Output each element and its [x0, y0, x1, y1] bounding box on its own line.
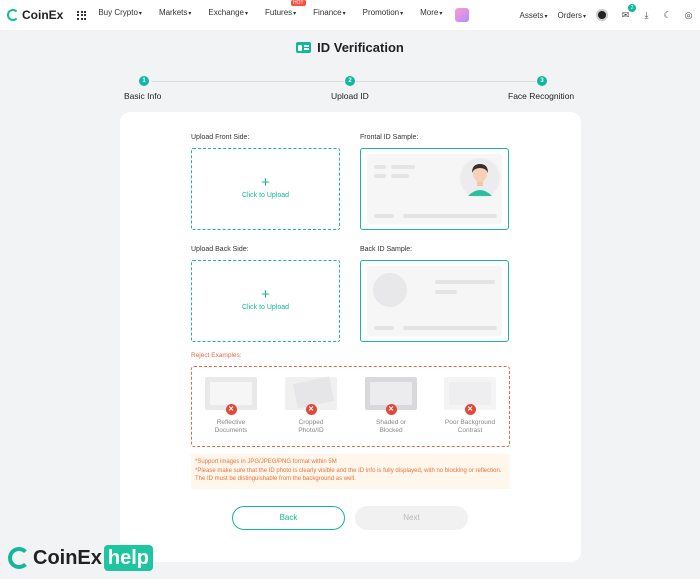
upload-notice: *Support images in JPG/JPEG/PNG format w… — [191, 454, 510, 489]
step-line — [152, 81, 344, 82]
message-icon[interactable]: ✉ 2 — [620, 3, 636, 21]
step-line — [356, 81, 536, 82]
chevron-down-icon: ▾ — [245, 11, 249, 17]
error-x-icon: ✕ — [385, 404, 397, 415]
chevron-down-icon: ▾ — [544, 13, 548, 20]
avatar[interactable] — [596, 9, 608, 21]
menu-promotion[interactable]: Promotion▾ — [363, 8, 403, 22]
emblem-placeholder — [373, 273, 407, 307]
reject-item-cropped: ✕ Cropped Photo/ID — [284, 376, 338, 435]
hot-badge: HOT — [291, 0, 306, 6]
back-sample-label: Back ID Sample: — [360, 246, 413, 253]
reject-item-reflective: ✕ Reflective Documents — [204, 377, 258, 435]
chevron-down-icon: ▾ — [582, 13, 586, 20]
chevron-down-icon: ▾ — [439, 11, 443, 17]
front-upload-label: Upload Front Side: — [191, 134, 250, 141]
back-id-sample — [360, 260, 509, 342]
coinex-logo[interactable]: CoinEx — [7, 8, 63, 22]
front-sample-label: Frontal ID Sample: — [360, 134, 419, 141]
error-x-icon: ✕ — [225, 404, 237, 415]
reject-examples-label: Reject Examples: — [191, 352, 242, 359]
top-nav: CoinEx Buy Crypto▾ Markets▾ Exchange▾ Fu… — [0, 0, 700, 30]
nav-right: Assets▾ Orders▾ ✉ 2 ⤓ ☾ ◎ — [520, 0, 695, 30]
reject-item-shaded: ✕ Shaded or Blocked — [364, 377, 418, 435]
menu-futures[interactable]: Futures▾ HOT — [265, 0, 306, 22]
chevron-down-icon: ▾ — [293, 11, 297, 17]
notification-badge: 2 — [628, 3, 636, 12]
gift-icon[interactable] — [455, 8, 470, 22]
download-icon[interactable]: ⤓ — [641, 10, 652, 21]
click-to-upload-text: Click to Upload — [241, 192, 290, 199]
back-upload-label: Upload Back Side: — [191, 246, 249, 253]
reject-examples: ✕ Reflective Documents ✕ Cropped Photo/ID … — [191, 366, 510, 447]
back-upload-area[interactable]: + Click to Upload — [191, 260, 340, 342]
chevron-down-icon: ▾ — [400, 11, 404, 17]
menu-more[interactable]: More▾ — [420, 8, 442, 22]
chevron-down-icon: ▾ — [138, 11, 142, 17]
error-x-icon: ✕ — [305, 404, 317, 415]
progress-steps: 1 2 3 Basic Info Upload ID Face Recognit… — [0, 76, 700, 106]
step-2-dot: 2 — [345, 76, 355, 86]
front-id-sample — [360, 148, 509, 230]
reject-item-poor-contrast: ✕ Poor Background Contrast — [443, 377, 497, 435]
plus-icon: + — [261, 174, 270, 191]
menu-finance[interactable]: Finance▾ — [313, 8, 345, 22]
menu-orders[interactable]: Orders▾ — [558, 11, 586, 20]
person-portrait-icon — [460, 158, 500, 198]
menu-assets[interactable]: Assets▾ — [520, 11, 548, 20]
step-3-label: Face Recognition — [508, 91, 575, 101]
grid-icon[interactable] — [77, 10, 87, 20]
coinex-help-watermark: CoinEx help — [8, 545, 154, 571]
error-x-icon: ✕ — [464, 404, 476, 415]
chevron-down-icon: ▾ — [188, 11, 192, 17]
menu-markets[interactable]: Markets▾ — [159, 8, 191, 22]
verification-card: Upload Front Side: Frontal ID Sample: + … — [120, 112, 581, 562]
step-1-dot: 1 — [139, 76, 149, 86]
front-upload-area[interactable]: + Click to Upload — [191, 148, 340, 230]
step-3-dot: 3 — [537, 76, 547, 86]
back-button[interactable]: Back — [232, 506, 345, 530]
plus-icon: + — [261, 286, 270, 303]
coinex-logo-icon — [8, 547, 30, 569]
moon-icon[interactable]: ☾ — [662, 10, 673, 21]
step-1-label: Basic Info — [124, 91, 162, 101]
next-button[interactable]: Next — [355, 506, 468, 530]
globe-icon[interactable]: ◎ — [683, 10, 694, 21]
page-title: ID Verification — [0, 40, 700, 55]
step-2-label: Upload ID — [331, 91, 369, 101]
menu-exchange[interactable]: Exchange▾ — [208, 8, 248, 22]
coinex-logo-icon — [7, 9, 19, 21]
menu-buy-crypto[interactable]: Buy Crypto▾ — [98, 8, 142, 22]
id-card-icon — [296, 42, 312, 53]
click-to-upload-text: Click to Upload — [241, 304, 290, 311]
chevron-down-icon: ▾ — [342, 11, 346, 17]
brand-name: CoinEx — [22, 8, 64, 22]
main-menu: Buy Crypto▾ Markets▾ Exchange▾ Futures▾ H… — [98, 0, 470, 22]
